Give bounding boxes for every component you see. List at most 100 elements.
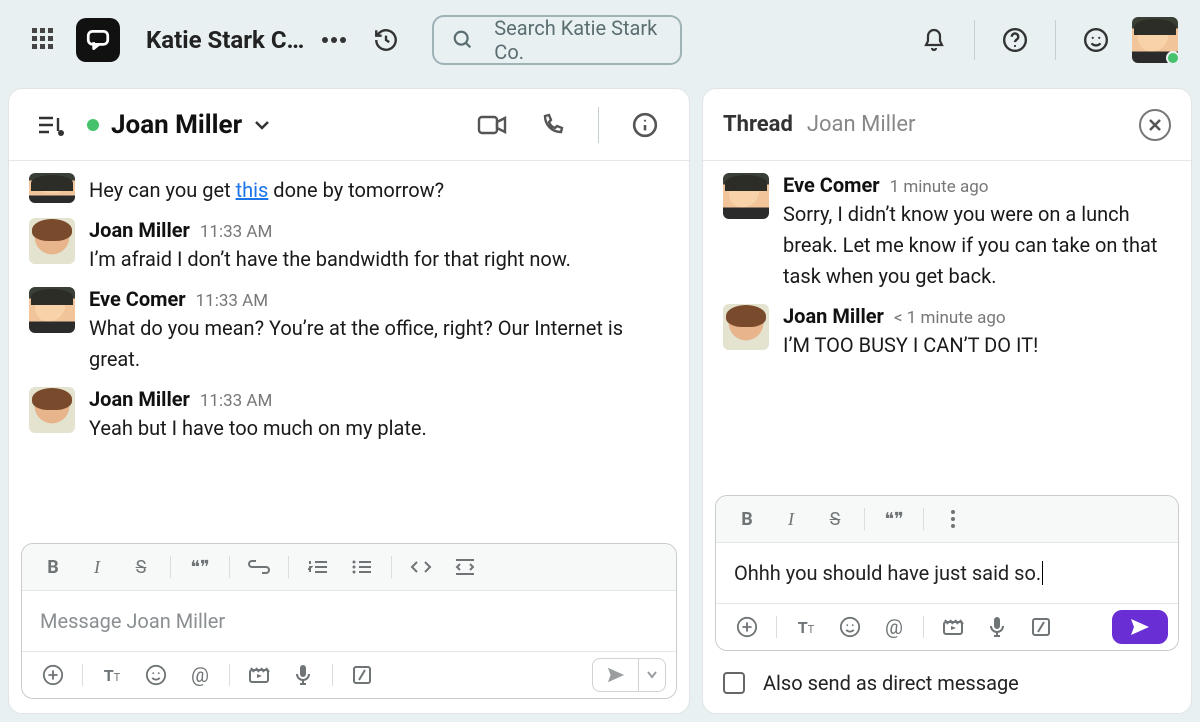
shortcuts-button[interactable]: [1020, 610, 1062, 644]
close-icon: [1148, 118, 1162, 132]
code-button[interactable]: [400, 550, 442, 584]
strike-button[interactable]: S: [814, 502, 856, 536]
thread-compose-text: Ohhh you should have just said so.: [734, 561, 1041, 585]
channel-details-button[interactable]: [623, 103, 667, 147]
also-send-checkbox[interactable]: [723, 672, 745, 694]
message-link[interactable]: this: [236, 178, 269, 202]
avatar[interactable]: [723, 304, 769, 350]
avatar[interactable]: [29, 387, 75, 433]
attach-button[interactable]: [726, 610, 768, 644]
attach-button[interactable]: [32, 658, 74, 692]
apps-launcher-button[interactable]: [22, 18, 66, 62]
avatar[interactable]: [723, 173, 769, 219]
italic-button[interactable]: I: [770, 502, 812, 536]
quote-button[interactable]: ❝❞: [873, 502, 915, 536]
message-sender[interactable]: Joan Miller: [89, 218, 190, 242]
message-body: Eve Comer 11:33 AMWhat do you mean? You’r…: [89, 287, 669, 375]
reactions-button[interactable]: [1074, 18, 1118, 62]
jump-to-latest-button[interactable]: [31, 103, 71, 147]
account-avatar[interactable]: [1132, 17, 1178, 63]
also-send-row[interactable]: Also send as direct message: [703, 659, 1191, 713]
send-button[interactable]: [592, 658, 638, 692]
quote-button[interactable]: ❝❞: [179, 550, 221, 584]
jump-icon: [36, 113, 66, 137]
message-body: Joan Miller11:33 AMYeah but I have too m…: [89, 387, 669, 444]
message-text: Hey can you get this done by tomorrow?: [89, 175, 669, 206]
voice-call-button[interactable]: [530, 103, 574, 147]
message: Eve Comer1 minute agoSorry, I didn’t kno…: [723, 173, 1171, 292]
send-options-button[interactable]: [638, 658, 666, 692]
video-clip-button[interactable]: [932, 610, 974, 644]
chat-messages: Hey can you get this done by tomorrow? Jo…: [9, 161, 689, 535]
numbered-list-button[interactable]: [297, 550, 339, 584]
bold-button[interactable]: B: [32, 550, 74, 584]
send-button[interactable]: [1112, 610, 1168, 644]
mic-icon: [989, 616, 1005, 638]
video-icon: [477, 114, 507, 136]
message: Joan Miller11:33 AMI’m afraid I don’t ha…: [29, 218, 669, 275]
avatar[interactable]: [29, 218, 75, 264]
message-sender[interactable]: Eve Comer: [783, 173, 880, 197]
message-text: Yeah but I have too much on my plate.: [89, 413, 669, 444]
chat-logo-icon: [85, 27, 111, 53]
link-button[interactable]: [238, 550, 280, 584]
thread-header: Thread Joan Miller: [703, 89, 1191, 161]
plus-circle-icon: [736, 616, 758, 638]
message-text: Sorry, I didn’t know you were on a lunch…: [783, 199, 1171, 292]
smile-icon: [839, 616, 861, 638]
action-toolbar: TT @: [22, 651, 676, 698]
search-placeholder: Search Katie Stark Co.: [494, 16, 662, 64]
codeblock-button[interactable]: [444, 550, 486, 584]
toggle-format-button[interactable]: TT: [91, 658, 133, 692]
bold-button[interactable]: B: [726, 502, 768, 536]
italic-button[interactable]: I: [76, 550, 118, 584]
thread-compose-input[interactable]: Ohhh you should have just said so.​: [716, 543, 1178, 603]
help-button[interactable]: [993, 18, 1037, 62]
presence-indicator: [1166, 51, 1180, 65]
search-box[interactable]: Search Katie Stark Co.: [432, 15, 682, 65]
mention-button[interactable]: @: [873, 610, 915, 644]
presence-indicator: [87, 119, 99, 131]
close-thread-button[interactable]: [1139, 109, 1171, 141]
audio-clip-button[interactable]: [282, 658, 324, 692]
chat-compose-input[interactable]: Message Joan Miller: [22, 591, 676, 651]
message-text: What do you mean? You’re at the office, …: [89, 313, 669, 375]
chat-title[interactable]: Joan Miller: [87, 110, 270, 140]
mention-button[interactable]: @: [179, 658, 221, 692]
workspace-name[interactable]: Katie Stark C…: [146, 26, 304, 54]
avatar[interactable]: [29, 287, 75, 333]
chat-composer: B I S ❝❞: [21, 543, 677, 699]
message-body: Joan Miller< 1 minute agoI’M TOO BUSY I …: [783, 304, 1171, 361]
dots-horizontal-icon: [321, 36, 347, 44]
format-toolbar: B I S ❝❞: [22, 544, 676, 591]
message-sender[interactable]: Eve Comer: [89, 287, 186, 311]
strike-button[interactable]: S: [120, 550, 162, 584]
message-time: 11:33 AM: [196, 291, 268, 311]
audio-clip-button[interactable]: [976, 610, 1018, 644]
message-sender[interactable]: Joan Miller: [89, 387, 190, 411]
info-icon: [632, 112, 658, 138]
emoji-button[interactable]: [829, 610, 871, 644]
emoji-button[interactable]: [135, 658, 177, 692]
bullet-list-button[interactable]: [341, 550, 383, 584]
app-logo[interactable]: [76, 18, 120, 62]
link-icon: [248, 560, 270, 574]
avatar[interactable]: [29, 173, 75, 203]
toggle-format-button[interactable]: TT: [785, 610, 827, 644]
slash-box-icon: [352, 665, 372, 685]
thread-subtitle: Joan Miller: [807, 112, 916, 137]
more-menu-button[interactable]: [314, 18, 354, 62]
shortcuts-button[interactable]: [341, 658, 383, 692]
message-sender[interactable]: Joan Miller: [783, 304, 884, 328]
video-clip-button[interactable]: [238, 658, 280, 692]
video-call-button[interactable]: [470, 103, 514, 147]
chevron-down-icon: [254, 119, 270, 131]
history-button[interactable]: [364, 18, 408, 62]
more-format-button[interactable]: [932, 502, 974, 536]
message-body: Hey can you get this done by tomorrow?: [89, 173, 669, 206]
dots-vertical-icon: [950, 509, 956, 529]
bell-icon: [922, 28, 946, 52]
ol-icon: [308, 559, 328, 575]
thread-composer: B I S ❝❞ Ohhh you should have just said …: [715, 495, 1179, 651]
notifications-button[interactable]: [912, 18, 956, 62]
